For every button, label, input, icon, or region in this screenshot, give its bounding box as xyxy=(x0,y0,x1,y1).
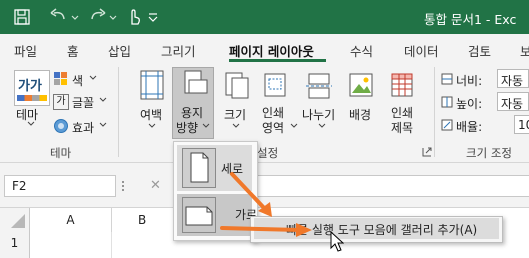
annotation-arrow-icon xyxy=(220,223,312,237)
annotation-arrow-icon xyxy=(230,172,272,217)
mouse-cursor-icon xyxy=(330,231,344,252)
annotation-arrows xyxy=(220,172,312,237)
